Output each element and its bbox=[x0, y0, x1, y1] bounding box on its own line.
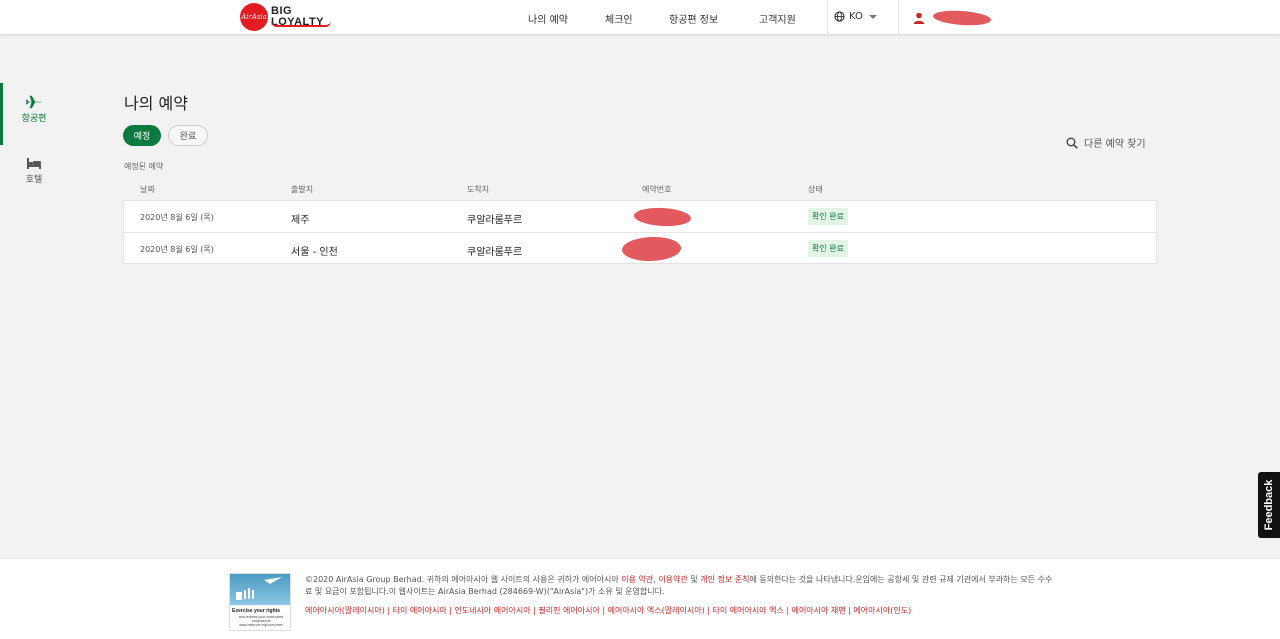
find-other-booking-label: 다른 예약 찾기 bbox=[1084, 139, 1146, 150]
mavcom-title: Exercise your rights bbox=[232, 608, 281, 614]
mavcom-illustration bbox=[236, 577, 282, 600]
top-header: AirAsia BIG LOYALTY 나의 예약 체크인 항공편 정보 고객지… bbox=[0, 0, 1280, 34]
airasia-logo-mark: AirAsia bbox=[240, 3, 268, 31]
redacted-username bbox=[932, 8, 992, 28]
page-title: 나의 예약 bbox=[124, 94, 188, 113]
column-header-status: 상태 bbox=[808, 185, 823, 194]
section-label: 예정된 예약 bbox=[124, 162, 164, 171]
legal-and: 및 bbox=[687, 575, 701, 584]
status-badge: 확인 완료 bbox=[808, 240, 848, 257]
search-icon bbox=[1066, 137, 1078, 149]
column-header-destination: 도착지 bbox=[467, 185, 490, 194]
sidebar-item-flights[interactable]: 항공편 bbox=[0, 83, 68, 145]
terms-of-use-link[interactable]: 이용약관 bbox=[658, 575, 687, 584]
sidebar-item-label: 호텔 bbox=[25, 175, 43, 185]
booking-destination: 쿠알라룸푸르 bbox=[467, 247, 523, 258]
logo-swoosh bbox=[271, 21, 331, 27]
table-row[interactable]: 2020년 8월 6일 (목) 서울 - 인천 쿠알라룸푸르 확인 완료 bbox=[124, 232, 1156, 263]
booking-origin: 제주 bbox=[291, 215, 310, 226]
language-selector[interactable]: KO bbox=[834, 11, 877, 22]
table-row[interactable]: 2020년 8월 6일 (목) 제주 쿠알라룸푸르 확인 완료 bbox=[124, 201, 1156, 232]
booking-destination: 쿠알라룸푸르 bbox=[467, 215, 523, 226]
feedback-label: Feedback bbox=[1263, 479, 1275, 531]
sidebar-item-hotels[interactable]: 호텔 bbox=[0, 145, 68, 207]
redacted-booking-number bbox=[633, 206, 692, 228]
footer: Exercise your rights and redress your un… bbox=[0, 558, 1280, 639]
language-code: KO bbox=[849, 11, 863, 22]
user-account[interactable] bbox=[913, 8, 992, 28]
column-header-booking-number: 예약번호 bbox=[642, 185, 672, 194]
nav-customer-support[interactable]: 고객지원 bbox=[759, 11, 796, 26]
globe-icon bbox=[834, 11, 845, 22]
column-header-origin: 출발지 bbox=[291, 185, 314, 194]
tab-upcoming[interactable]: 예정 bbox=[123, 125, 161, 146]
privacy-link[interactable]: 개인 정보 준칙 bbox=[700, 575, 749, 584]
user-icon bbox=[913, 12, 925, 24]
mavcom-subtitle: and redress your unresolved complaint at… bbox=[238, 615, 284, 627]
chevron-down-icon bbox=[868, 14, 877, 19]
tab-completed[interactable]: 완료 bbox=[168, 125, 208, 146]
mavcom-banner[interactable]: Exercise your rights and redress your un… bbox=[229, 573, 291, 631]
status-badge: 확인 완료 bbox=[808, 208, 848, 225]
terms-link[interactable]: 이용 약관 bbox=[621, 575, 653, 584]
sidebar-item-label: 항공편 bbox=[21, 114, 47, 124]
sidebar: 항공편 호텔 bbox=[0, 83, 68, 207]
nav-check-in[interactable]: 체크인 bbox=[605, 11, 633, 26]
booking-origin: 서울 - 인천 bbox=[291, 247, 338, 258]
footer-airline-links[interactable]: 에어아시아(말레이시아) | 타이 에어아시아 | 인도네시아 에어아시아 | … bbox=[305, 605, 911, 616]
header-divider bbox=[827, 0, 828, 34]
redacted-booking-number bbox=[621, 235, 682, 263]
nav-flight-info[interactable]: 항공편 정보 bbox=[669, 11, 718, 26]
nav-my-bookings[interactable]: 나의 예약 bbox=[528, 11, 568, 26]
booking-date: 2020년 8월 6일 (목) bbox=[140, 245, 214, 254]
big-loyalty-logo[interactable]: AirAsia BIG LOYALTY bbox=[240, 3, 331, 31]
feedback-button[interactable]: Feedback bbox=[1258, 472, 1280, 538]
column-header-date: 날짜 bbox=[140, 185, 155, 194]
plane-icon bbox=[26, 95, 42, 109]
bed-icon bbox=[27, 158, 41, 169]
bookings-table: 2020년 8월 6일 (목) 제주 쿠알라룸푸르 확인 완료 2020년 8월… bbox=[123, 200, 1157, 264]
legal-text-a: ©2020 AirAsia Group Berhad. 귀하의 에어아시아 웹 … bbox=[305, 575, 622, 584]
booking-date: 2020년 8월 6일 (목) bbox=[140, 213, 214, 222]
find-other-booking-link[interactable]: 다른 예약 찾기 bbox=[1066, 135, 1146, 150]
footer-legal-text: ©2020 AirAsia Group Berhad. 귀하의 에어아시아 웹 … bbox=[305, 574, 1055, 598]
header-divider bbox=[898, 0, 899, 34]
